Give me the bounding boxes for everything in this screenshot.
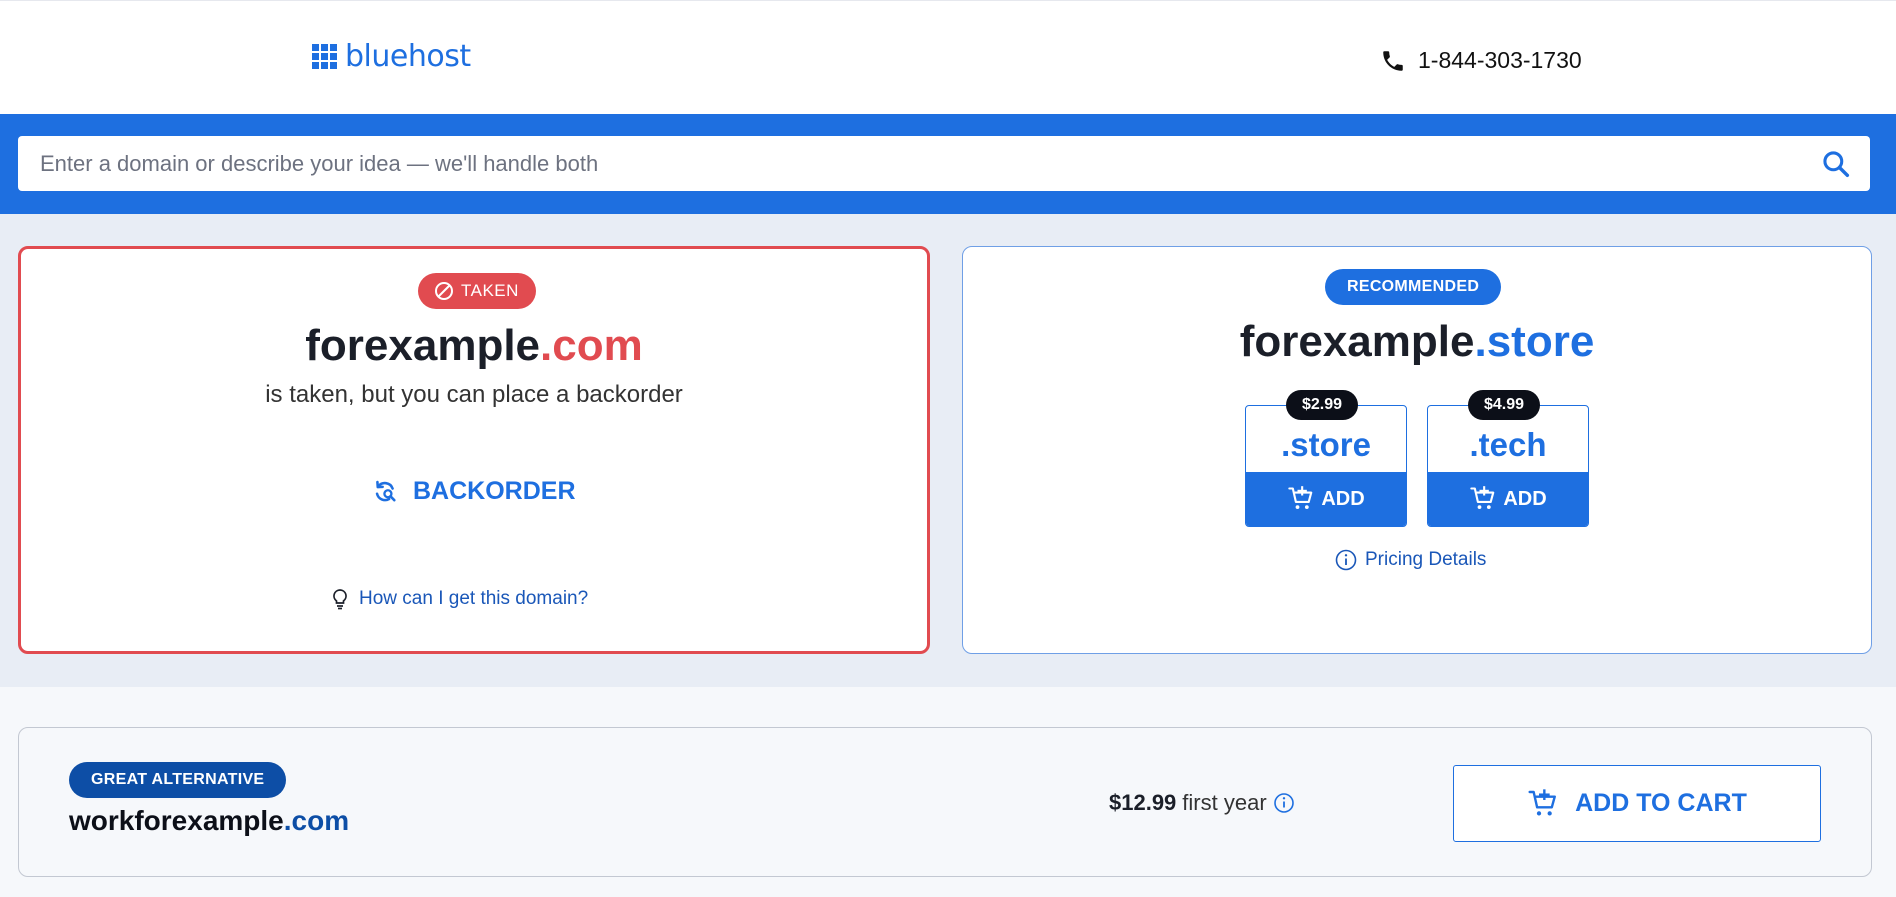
- lightbulb-icon: [333, 589, 347, 610]
- alternative-price-amount: $12.99: [1109, 790, 1177, 815]
- tld-price-badge: $2.99: [1286, 390, 1359, 420]
- alternative-price: $12.99 first year: [1109, 790, 1295, 816]
- domain-search-input[interactable]: [40, 136, 1800, 191]
- recommended-domain-tld: .store: [1474, 317, 1595, 366]
- backorder-refresh-icon: [375, 480, 396, 501]
- taken-subtitle: is taken, but you can place a backorder: [265, 381, 683, 408]
- phone-number: 1-844-303-1730: [1418, 47, 1582, 73]
- pricing-details-link[interactable]: Pricing Details: [1335, 549, 1486, 571]
- tld-price-badge: $4.99: [1468, 390, 1541, 420]
- recommended-badge: RECOMMENDED: [1325, 269, 1502, 305]
- alternative-domain: workforexample.com: [69, 805, 349, 837]
- add-to-cart-label: ADD TO CART: [1575, 789, 1747, 817]
- site-header: bluehost 1-844-303-1730: [0, 0, 1896, 114]
- alternative-domain-name: workforexample: [69, 805, 284, 836]
- logo-text: bluehost: [345, 39, 471, 74]
- search-band: [0, 114, 1896, 214]
- search-button[interactable]: [1820, 148, 1852, 180]
- alternatives-section: GREAT ALTERNATIVE workforexample.com $12…: [0, 687, 1896, 897]
- search-box: [18, 136, 1870, 191]
- taken-domain-tld: .com: [540, 321, 643, 370]
- add-tech-button[interactable]: ADD: [1428, 472, 1588, 526]
- prohibited-icon: [435, 282, 453, 300]
- add-tech-label: ADD: [1503, 487, 1547, 510]
- add-store-button[interactable]: ADD: [1246, 472, 1406, 526]
- info-icon: [1335, 549, 1357, 571]
- great-alternative-badge: GREAT ALTERNATIVE: [69, 762, 287, 798]
- how-get-domain-link[interactable]: How can I get this domain?: [331, 588, 588, 610]
- cart-add-icon: [1528, 788, 1557, 815]
- taken-domain-card: TAKEN forexample.com is taken, but you c…: [18, 246, 930, 654]
- taken-badge: TAKEN: [418, 273, 536, 309]
- tld-tile-tech: $4.99 .tech ADD: [1427, 390, 1589, 527]
- cart-add-icon: [1470, 486, 1495, 510]
- grid-logo-icon: [312, 44, 337, 69]
- pricing-details-label: Pricing Details: [1365, 549, 1487, 570]
- price-info-icon[interactable]: [1273, 792, 1295, 814]
- alternative-domain-tld: .com: [283, 805, 350, 836]
- backorder-button[interactable]: BACKORDER: [371, 477, 576, 506]
- taken-badge-label: TAKEN: [461, 281, 519, 300]
- how-get-domain-label: How can I get this domain?: [359, 588, 589, 609]
- search-icon: [1823, 151, 1850, 178]
- add-to-cart-button[interactable]: ADD TO CART: [1453, 765, 1821, 842]
- bluehost-logo[interactable]: bluehost: [312, 39, 471, 74]
- backorder-label: BACKORDER: [413, 477, 576, 505]
- recommended-domain-name: forexample: [1239, 317, 1475, 366]
- tld-tile-store: $2.99 .store ADD: [1245, 390, 1407, 527]
- tld-name: .tech: [1469, 426, 1547, 463]
- add-store-label: ADD: [1321, 487, 1365, 510]
- cart-add-icon: [1288, 486, 1313, 510]
- phone-icon: [1383, 50, 1403, 71]
- search-results: TAKEN forexample.com is taken, but you c…: [0, 214, 1896, 687]
- taken-domain-title: forexample.com: [21, 321, 927, 371]
- recommended-domain-title: forexample.store: [963, 317, 1871, 367]
- phone-link[interactable]: 1-844-303-1730: [1380, 47, 1582, 74]
- tld-name: .store: [1281, 426, 1371, 463]
- recommended-domain-card: RECOMMENDED forexample.store $2.99 .stor…: [962, 246, 1872, 654]
- alternative-price-suffix: first year: [1182, 790, 1267, 815]
- alternative-domain-row: GREAT ALTERNATIVE workforexample.com $12…: [18, 727, 1872, 877]
- taken-domain-name: forexample: [305, 321, 541, 370]
